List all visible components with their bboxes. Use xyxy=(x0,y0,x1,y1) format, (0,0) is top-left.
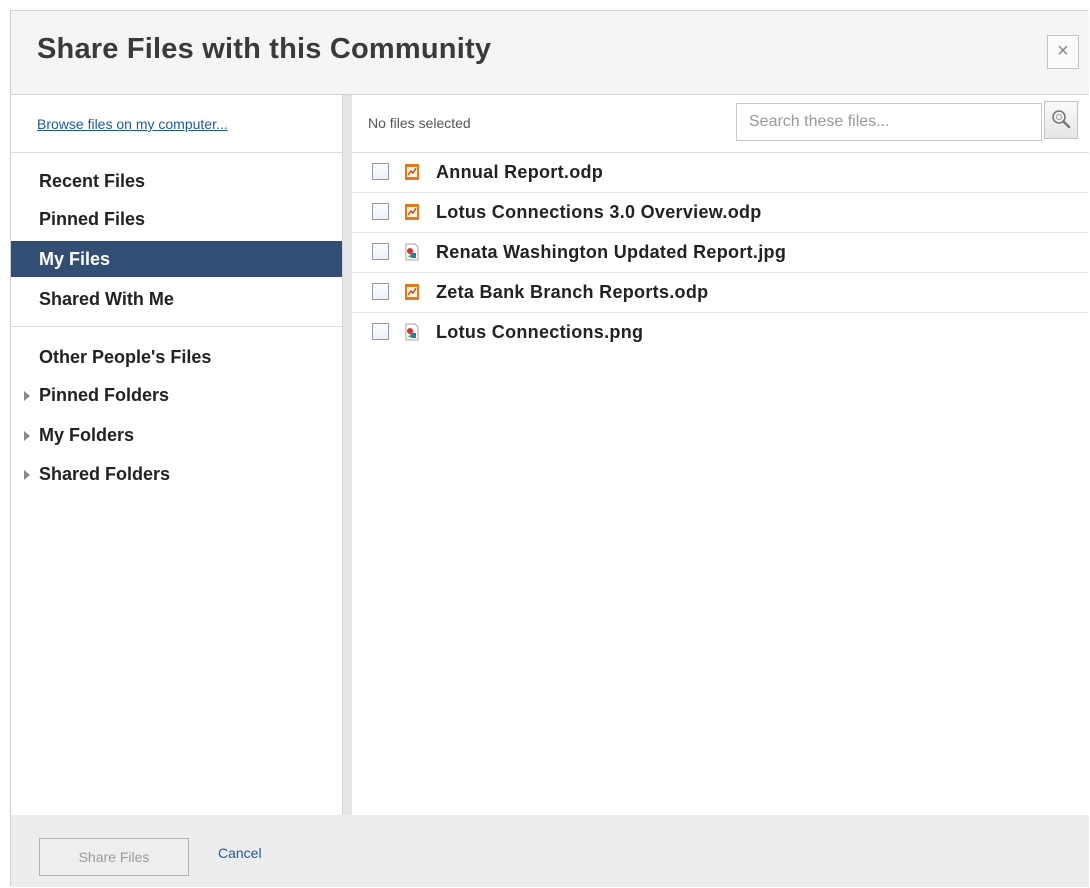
browse-computer-link[interactable]: Browse files on my computer... xyxy=(37,116,228,132)
browse-row: Browse files on my computer... xyxy=(11,95,342,153)
file-checkbox[interactable] xyxy=(372,203,389,220)
file-checkbox[interactable] xyxy=(372,243,389,260)
nav-item-recent-files[interactable]: Recent Files xyxy=(11,163,342,199)
file-checkbox[interactable] xyxy=(372,323,389,340)
search-icon xyxy=(1052,110,1071,129)
nav-item-my-files[interactable]: My Files xyxy=(11,241,342,277)
folder-label: Pinned Folders xyxy=(39,385,170,405)
cancel-link[interactable]: Cancel xyxy=(218,845,262,861)
presentation-icon xyxy=(405,284,419,300)
folder-item-my-folders[interactable]: My Folders xyxy=(11,418,342,452)
file-row[interactable]: Lotus Connections.png xyxy=(352,313,1089,353)
pane-splitter[interactable] xyxy=(342,95,352,815)
image-icon xyxy=(405,323,419,341)
selection-status: No files selected xyxy=(368,115,471,131)
dialog-title: Share Files with this Community xyxy=(37,33,492,65)
sidebar-divider xyxy=(11,326,342,327)
file-checkbox[interactable] xyxy=(372,283,389,300)
nav-item-pinned-files[interactable]: Pinned Files xyxy=(11,201,342,237)
expand-arrow-icon[interactable] xyxy=(24,391,30,401)
dialog-header: Share Files with this Community × xyxy=(11,11,1089,95)
presentation-icon xyxy=(405,204,419,220)
close-icon: × xyxy=(1057,40,1069,62)
file-toolbar: No files selected xyxy=(352,95,1089,153)
folder-label: Shared Folders xyxy=(39,464,171,484)
folder-item-pinned-folders[interactable]: Pinned Folders xyxy=(11,378,342,412)
file-name[interactable]: Renata Washington Updated Report.jpg xyxy=(436,242,786,263)
file-row[interactable]: Renata Washington Updated Report.jpg xyxy=(352,233,1089,273)
expand-arrow-icon[interactable] xyxy=(24,470,30,480)
expand-arrow-icon[interactable] xyxy=(24,431,30,441)
search-input[interactable] xyxy=(736,103,1042,141)
file-name[interactable]: Lotus Connections 3.0 Overview.odp xyxy=(436,202,762,223)
dialog-footer: Share Files Cancel xyxy=(11,815,1089,887)
file-list-pane: No files selected Annual Report.odp xyxy=(352,95,1089,815)
share-files-dialog: Share Files with this Community × Browse… xyxy=(10,10,1089,887)
sidebar: Browse files on my computer... Recent Fi… xyxy=(11,95,342,815)
share-files-button[interactable]: Share Files xyxy=(39,838,189,876)
folder-label: My Folders xyxy=(39,425,135,445)
nav-item-shared-with-me[interactable]: Shared With Me xyxy=(11,281,342,317)
file-name[interactable]: Annual Report.odp xyxy=(436,162,603,183)
nav-item-other-peoples-files[interactable]: Other People's Files xyxy=(11,339,342,375)
file-row[interactable]: Annual Report.odp xyxy=(352,153,1089,193)
close-button[interactable]: × xyxy=(1047,35,1079,69)
image-icon xyxy=(405,243,419,261)
file-row[interactable]: Lotus Connections 3.0 Overview.odp xyxy=(352,193,1089,233)
file-name[interactable]: Lotus Connections.png xyxy=(436,322,643,343)
file-checkbox[interactable] xyxy=(372,163,389,180)
file-row[interactable]: Zeta Bank Branch Reports.odp xyxy=(352,273,1089,313)
folder-item-shared-folders[interactable]: Shared Folders xyxy=(11,457,342,491)
file-name[interactable]: Zeta Bank Branch Reports.odp xyxy=(436,282,708,303)
search-button[interactable] xyxy=(1044,101,1078,139)
presentation-icon xyxy=(405,164,419,180)
